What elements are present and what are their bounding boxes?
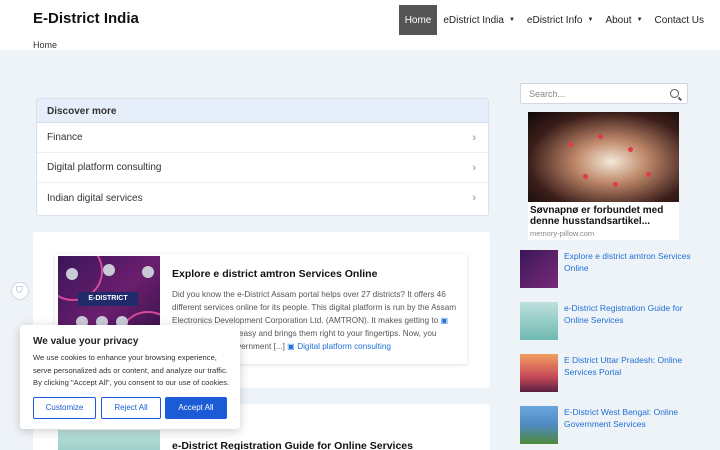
decor-dot (628, 147, 633, 152)
decor-dot (598, 134, 603, 139)
chevron-right-icon: › (472, 131, 476, 144)
device-icon (66, 268, 78, 280)
post-thumbnail[interactable] (58, 430, 160, 450)
nav-edistrict-info[interactable]: eDistrict Info ▼ (521, 5, 600, 35)
cookie-title: We value your privacy (33, 336, 139, 347)
nav-edistrict-info-label: eDistrict Info (526, 14, 583, 26)
nav-about-label: About (605, 14, 632, 26)
tag-icon: ▣ (287, 342, 295, 351)
discover-item-label: Digital platform consulting (47, 162, 162, 173)
sidebar-post-title[interactable]: E-District West Bengal: Online Governmen… (564, 406, 700, 430)
nav-contact-label: Contact Us (654, 14, 704, 26)
nav-home[interactable]: Home (398, 5, 438, 35)
excerpt-line: Did you know the e-District Assam portal… (172, 290, 457, 325)
post-title[interactable]: e-District Registration Guide for Online… (172, 440, 413, 450)
post-title[interactable]: Explore e district amtron Services Onlin… (172, 268, 377, 280)
sidebar-post[interactable]: E District Uttar Pradesh: Online Service… (520, 354, 700, 394)
decor-dot (568, 142, 573, 147)
nav-home-label: Home (404, 14, 432, 26)
post-tag-link[interactable]: Digital platform consulting (297, 342, 391, 351)
tag-icon: ▣ (440, 316, 449, 325)
sidebar-post-thumbnail (520, 406, 558, 444)
chevron-right-icon: › (472, 161, 476, 174)
caret-down-icon: ▼ (636, 17, 643, 23)
ad-source: memory-pillow.com (530, 229, 595, 238)
caret-down-icon: ▼ (587, 17, 594, 23)
reject-all-button[interactable]: Reject All (101, 397, 161, 419)
ad-image (528, 112, 679, 202)
sidebar-post-thumbnail (520, 250, 558, 288)
discover-heading: Discover more (37, 99, 488, 123)
device-icon (142, 266, 154, 278)
decor-dot (646, 172, 651, 177)
search-input[interactable] (521, 84, 651, 104)
thumbnail-label: E-DISTRICT (78, 292, 138, 306)
search-box (520, 83, 688, 104)
breadcrumb[interactable]: Home (33, 40, 57, 50)
decor-dot (613, 182, 618, 187)
nav-edistrict-india[interactable]: eDistrict India ▼ (437, 5, 521, 35)
discover-more-box: Discover more Finance › Digital platform … (36, 98, 489, 216)
discover-item-digital-platform[interactable]: Digital platform consulting › (37, 153, 488, 183)
decor-dot (583, 174, 588, 179)
discover-item-label: Indian digital services (47, 192, 143, 204)
nav-about[interactable]: About ▼ (599, 5, 648, 35)
caret-down-icon: ▼ (508, 17, 515, 23)
search-icon[interactable] (670, 89, 679, 98)
privacy-shield-icon[interactable] (11, 282, 29, 300)
cookie-text: We use cookies to enhance your browsing … (33, 353, 230, 387)
sidebar-post-title[interactable]: e-District Registration Guide for Online… (564, 302, 700, 326)
accept-all-button[interactable]: Accept All (165, 397, 227, 419)
device-icon (103, 264, 115, 276)
sidebar-post-title[interactable]: Explore e district amtron Services Onlin… (564, 250, 700, 274)
site-header: E-District India Home eDistrict India ▼ e… (0, 0, 720, 50)
nav-contact[interactable]: Contact Us (649, 5, 710, 35)
cookie-banner: We value your privacy We use cookies to … (20, 325, 240, 429)
ad-block[interactable]: Søvnapnø er forbundet med denne husstand… (528, 112, 679, 240)
discover-item-finance[interactable]: Finance › (37, 123, 488, 153)
sidebar-post[interactable]: E-District West Bengal: Online Governmen… (520, 406, 700, 446)
ad-headline: Søvnapnø er forbundet med denne husstand… (530, 205, 664, 227)
nav-edistrict-india-label: eDistrict India (443, 14, 504, 26)
sidebar-post-title[interactable]: E District Uttar Pradesh: Online Service… (564, 354, 700, 378)
site-title[interactable]: E-District India (33, 10, 139, 27)
main-nav: Home eDistrict India ▼ eDistrict Info ▼ Ab… (398, 5, 710, 35)
discover-item-indian-digital[interactable]: Indian digital services › (37, 183, 488, 213)
sidebar-post-thumbnail (520, 302, 558, 340)
chevron-right-icon: › (472, 192, 476, 204)
customize-button[interactable]: Customize (33, 397, 96, 419)
sidebar-post[interactable]: Explore e district amtron Services Onlin… (520, 250, 700, 290)
sidebar-post[interactable]: e-District Registration Guide for Online… (520, 302, 700, 342)
discover-item-label: Finance (47, 132, 83, 143)
sidebar-post-thumbnail (520, 354, 558, 392)
